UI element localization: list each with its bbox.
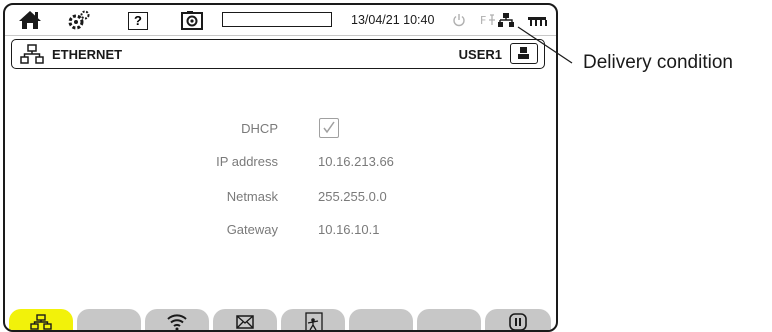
callout-line (517, 26, 573, 64)
callout-label: Delivery condition (583, 52, 733, 73)
